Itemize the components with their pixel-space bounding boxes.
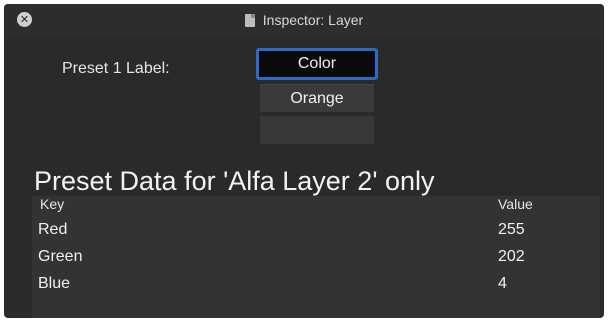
- inspector-window: ✕ Inspector: Layer Preset 1 Label: Color…: [4, 4, 604, 318]
- column-header-value[interactable]: Value: [498, 196, 533, 212]
- row-value: 202: [498, 248, 525, 265]
- table-row-blue[interactable]: Blue 4: [32, 272, 600, 298]
- row-key: Red: [38, 221, 68, 238]
- document-icon: [244, 13, 255, 27]
- table-row-red[interactable]: Red 255: [32, 218, 600, 244]
- preset-field-orange[interactable]: Orange: [260, 84, 374, 112]
- preset-data-table: Key Value Red 255 Green 202 Blue 4: [32, 196, 600, 318]
- preset-data-heading: Preset Data for 'Alfa Layer 2' only: [34, 166, 435, 196]
- window-title: Inspector: Layer: [262, 12, 364, 28]
- title-group: Inspector: Layer: [4, 4, 604, 38]
- row-key: Blue: [38, 275, 71, 292]
- table-row-green[interactable]: Green 202: [32, 245, 600, 271]
- preset-label: Preset 1 Label:: [62, 60, 170, 77]
- preset-field-empty[interactable]: [260, 116, 374, 144]
- row-key: Green: [38, 248, 83, 265]
- titlebar: ✕ Inspector: Layer: [4, 4, 604, 38]
- column-header-key[interactable]: Key: [40, 196, 64, 212]
- row-value: 4: [498, 275, 507, 292]
- row-value: 255: [498, 221, 525, 238]
- preset-field-color[interactable]: Color: [256, 48, 378, 80]
